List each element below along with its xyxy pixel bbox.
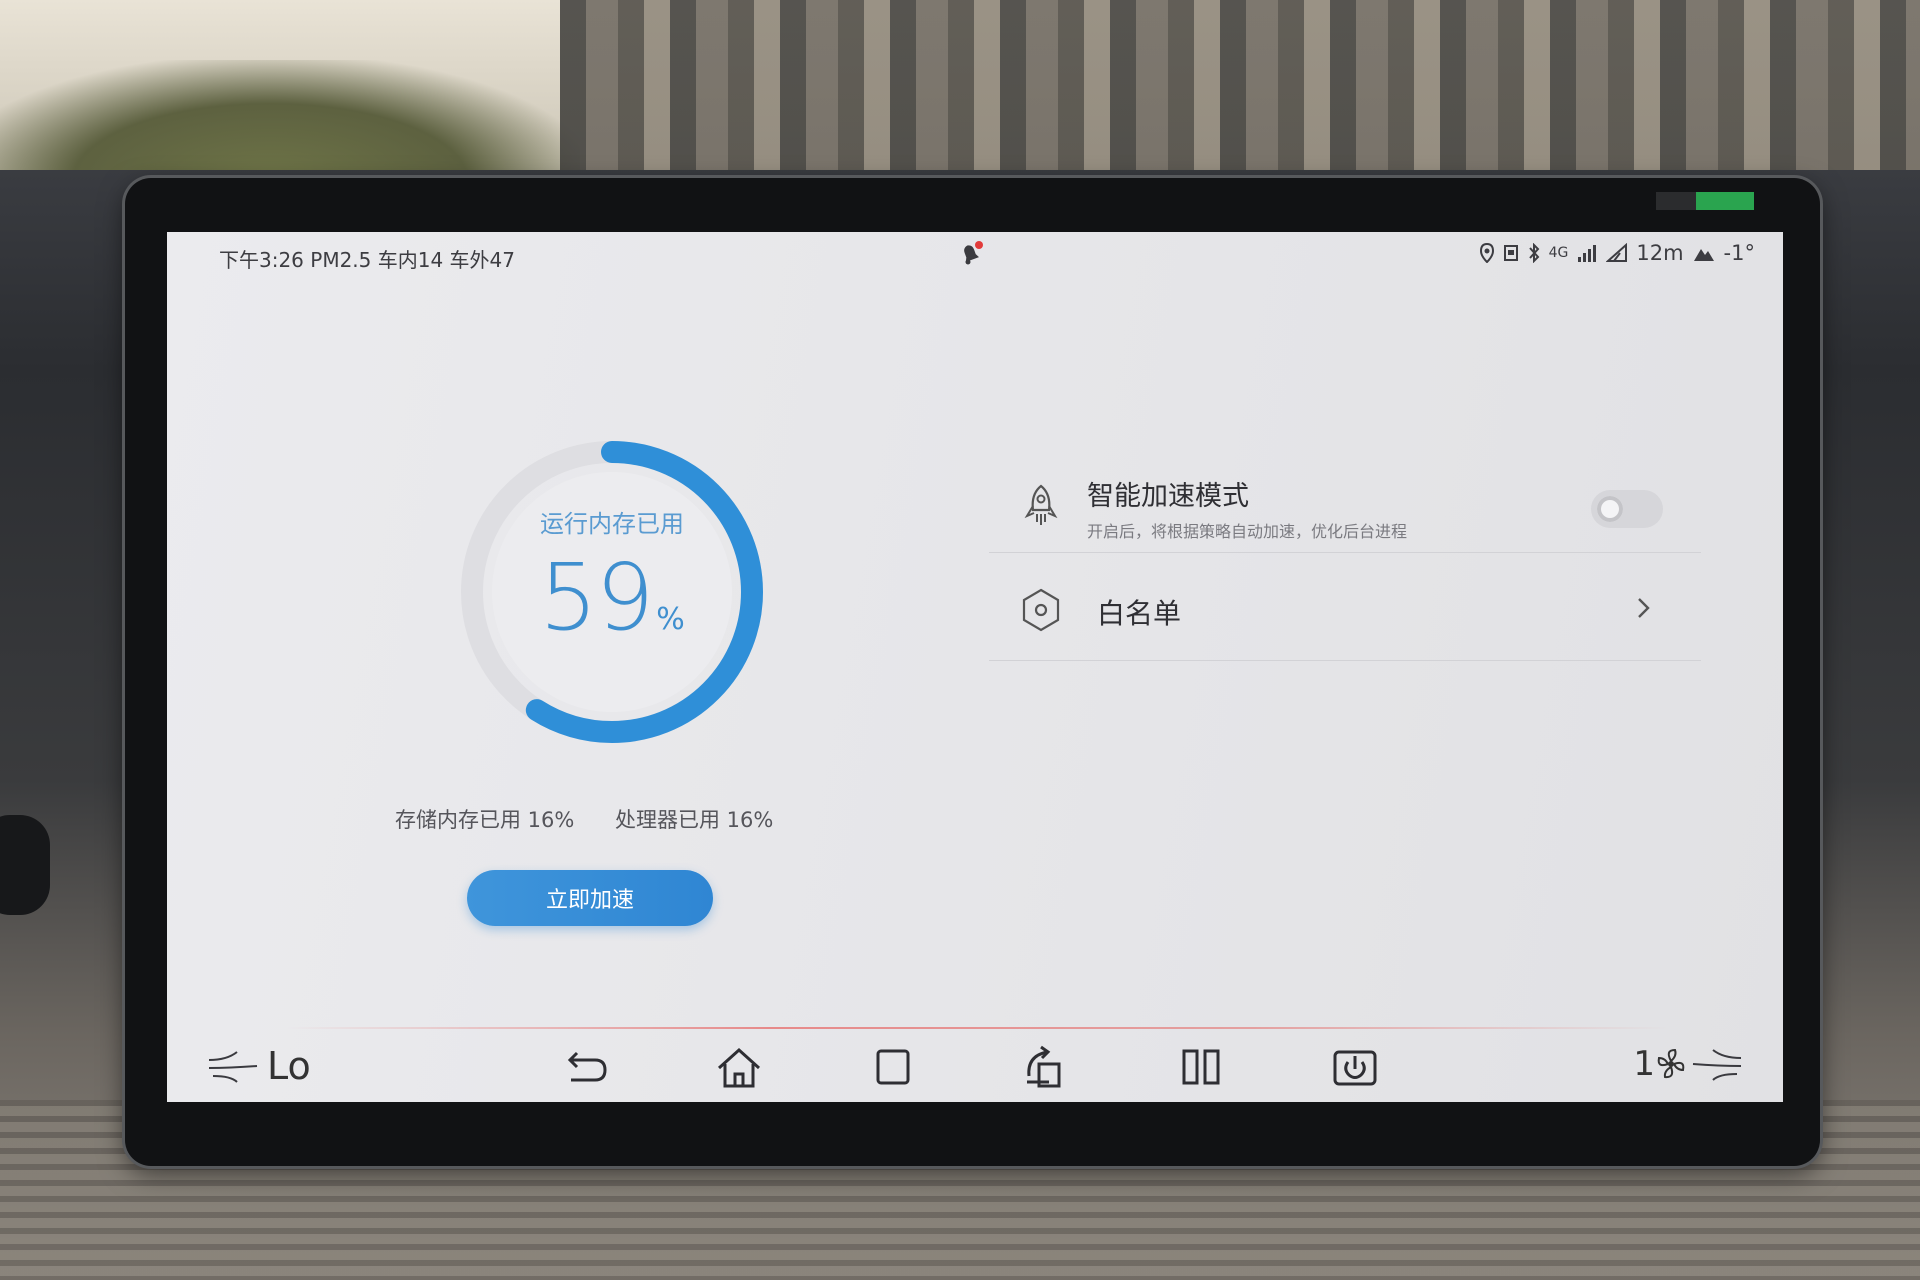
smart-boost-title: 智能加速模式: [1087, 481, 1249, 512]
bezel-indicator: [1696, 192, 1754, 210]
rotate-screen-icon: [1027, 1045, 1061, 1088]
status-bar: 下午3:26 PM2.5 车内14 车外47 4G 12m -1°: [167, 232, 1783, 276]
altitude-icon: [1606, 243, 1628, 262]
cpu-usage-text: 处理器已用 16%: [615, 808, 774, 832]
airflow-right-icon: [1692, 1049, 1742, 1081]
home-icon: [717, 1047, 761, 1088]
dashboard-knob: [0, 815, 50, 915]
power-icon: [1333, 1050, 1377, 1086]
back-icon: [567, 1051, 607, 1082]
notification-bell-icon[interactable]: [957, 240, 985, 268]
bezel-sensor: [1656, 192, 1696, 210]
temperature-readout: -1°: [1723, 241, 1755, 265]
infotainment-screen: 下午3:26 PM2.5 车内14 车外47 4G 12m -1° 运行内存已用…: [167, 232, 1783, 1102]
rotate-screen-button[interactable]: [1019, 1042, 1075, 1092]
chevron-right-icon: [1638, 598, 1650, 618]
fan-speed-control[interactable]: 1: [1633, 1044, 1743, 1084]
memory-label: 运行内存已用: [540, 510, 684, 538]
fan-speed-value: 1: [1633, 1044, 1655, 1084]
memory-percent: 59%: [412, 544, 812, 651]
whitelist-row[interactable]: 白名单: [989, 560, 1701, 661]
ac-temp-control[interactable]: Lo: [207, 1044, 311, 1088]
split-screen-icon: [1182, 1049, 1220, 1085]
shield-settings-icon: [1022, 588, 1060, 632]
status-icons: 4G 12m -1°: [1479, 241, 1755, 265]
screen-record-icon: [1503, 245, 1518, 261]
distance-readout: 12m: [1636, 241, 1684, 265]
toggle-knob: [1597, 496, 1623, 522]
memory-percent-value: 59: [539, 544, 654, 651]
recent-apps-icon: [876, 1049, 910, 1085]
status-info: 下午3:26 PM2.5 车内14 车外47: [219, 248, 516, 272]
recent-apps-button[interactable]: [865, 1042, 921, 1092]
home-button[interactable]: [711, 1042, 767, 1092]
mountain-icon: [1693, 249, 1714, 261]
ac-mode-label: Lo: [267, 1044, 311, 1088]
network-type-label: 4G: [1548, 245, 1569, 261]
rocket-icon: [1024, 484, 1058, 525]
storage-usage-text: 存储内存已用 16%: [395, 808, 575, 832]
smart-boost-description: 开启后，将根据策略自动加速，优化后台进程: [1087, 522, 1408, 541]
cell-signal-icon: [1578, 245, 1597, 262]
bottom-navbar: Lo 1: [167, 1032, 1783, 1102]
smart-boost-row[interactable]: 智能加速模式 开启后，将根据策略自动加速，优化后台进程: [989, 464, 1701, 553]
whitelist-title: 白名单: [1097, 597, 1182, 630]
screen-off-button[interactable]: [1327, 1042, 1383, 1092]
fan-icon: [1657, 1048, 1685, 1079]
back-button[interactable]: [557, 1042, 613, 1092]
location-icon: [1479, 243, 1494, 263]
airflow-left-icon: [208, 1051, 258, 1083]
memory-percent-unit: %: [656, 602, 685, 637]
bluetooth-icon: [1528, 243, 1539, 263]
boost-now-button[interactable]: 立即加速: [467, 870, 713, 926]
smart-boost-toggle[interactable]: [1591, 490, 1663, 528]
nav-divider: [287, 1027, 1667, 1029]
split-screen-button[interactable]: [1173, 1042, 1229, 1092]
